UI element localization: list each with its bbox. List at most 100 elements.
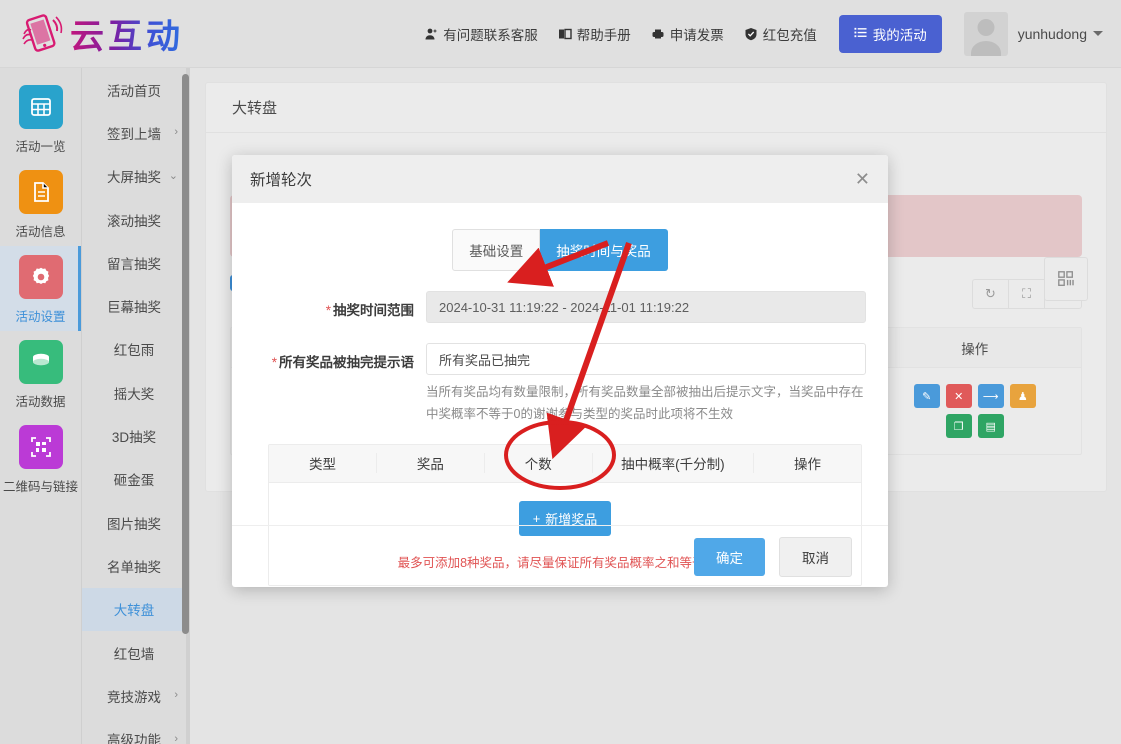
label-time-range: *抽奖时间范围 <box>254 291 426 319</box>
prize-col-prize: 奖品 <box>377 453 485 473</box>
form-row-time-range: *抽奖时间范围 2024-10-31 11:19:22 - 2024-11-01… <box>254 291 866 323</box>
copy-action-button[interactable]: ❐ <box>946 414 972 438</box>
top-header: 云互动 有问题联系客服 帮助手册 申请发票 <box>0 0 1121 68</box>
required-marker: * <box>272 355 277 370</box>
table-cell-actions: ✎ ✕ ⟶ ♟ ❐ ▤ <box>869 368 1082 454</box>
nav-label: 帮助手册 <box>577 24 631 44</box>
tab-time-and-prizes[interactable]: 抽奖时间与奖品 <box>540 229 668 271</box>
prize-col-actions: 操作 <box>754 453 861 473</box>
field-sold-out-text: 所有奖品已抽完 当所有奖品均有数量限制，所有奖品数量全部被抽出后提示文字，当奖品… <box>426 343 866 426</box>
submenu-label: 大转盘 <box>114 599 155 619</box>
submenu-label: 3D抽奖 <box>112 426 156 446</box>
nav-item-manual[interactable]: 帮助手册 <box>558 24 631 44</box>
qrcode-icon <box>19 425 63 469</box>
submenu-label: 滚动抽奖 <box>107 210 161 230</box>
nav-label: 红包充值 <box>763 24 817 44</box>
close-icon[interactable]: ✕ <box>855 170 870 188</box>
chevron-down-icon: ⌄ <box>169 171 178 182</box>
chevron-right-icon: › <box>174 690 178 701</box>
sold-out-help-text: 当所有奖品均有数量限制，所有奖品数量全部被抽出后提示文字，当奖品中存在中奖概率不… <box>426 382 866 426</box>
rail-label: 活动一览 <box>15 136 65 155</box>
submenu-item-namelist[interactable]: 名单抽奖 <box>82 544 186 587</box>
submenu-label: 活动首页 <box>107 80 161 100</box>
submenu-item-home[interactable]: 活动首页 <box>82 68 186 111</box>
refresh-icon[interactable]: ↻ <box>973 280 1009 308</box>
submenu-item-shake[interactable]: 摇大奖 <box>82 371 186 414</box>
layout-icon[interactable] <box>1044 257 1088 301</box>
label-sold-out-text: *所有奖品被抽完提示语 <box>254 343 426 371</box>
launch-action-button[interactable]: ⟶ <box>978 384 1004 408</box>
nav-item-support[interactable]: 有问题联系客服 <box>424 24 538 44</box>
delete-action-button[interactable]: ✕ <box>946 384 972 408</box>
submenu-item-3d[interactable]: 3D抽奖 <box>82 414 186 457</box>
rail-label: 二维码与链接 <box>3 476 78 495</box>
fullscreen-icon[interactable]: ⛶ <box>1009 280 1045 308</box>
row-action-group: ✎ ✕ ⟶ ♟ ❐ ▤ <box>913 384 1037 438</box>
user-action-button[interactable]: ♟ <box>1010 384 1036 408</box>
nav-label: 有问题联系客服 <box>443 24 538 44</box>
page-title: 大转盘 <box>206 83 1106 133</box>
chevron-down-icon <box>1093 31 1103 36</box>
list-icon <box>854 26 867 42</box>
rail-label: 活动数据 <box>15 391 65 410</box>
rail-item-info[interactable]: 活动信息 <box>0 161 81 246</box>
dialog-tabs: 基础设置 抽奖时间与奖品 <box>254 229 866 271</box>
phone-logo-icon <box>18 12 64 56</box>
shield-icon <box>744 27 758 41</box>
add-round-dialog: 新增轮次 ✕ 基础设置 抽奖时间与奖品 *抽奖时间范围 2024-10-31 1… <box>232 155 888 587</box>
submenu: 活动首页 签到上墙› 大屏抽奖⌄ 滚动抽奖 留言抽奖 巨幕抽奖 红包雨 摇大奖 … <box>82 68 186 744</box>
rail-item-data[interactable]: 活动数据 <box>0 331 81 416</box>
submenu-label: 竞技游戏 <box>107 686 161 706</box>
plus-icon: + <box>533 511 541 526</box>
dialog-footer: 确定 取消 <box>232 525 888 587</box>
submenu-label: 大屏抽奖 <box>107 166 161 186</box>
tab-basic-settings[interactable]: 基础设置 <box>452 229 540 271</box>
table-col-actions: 操作 <box>869 338 1082 358</box>
submenu-item-redwall[interactable]: 红包墙 <box>82 631 186 674</box>
my-activity-button[interactable]: 我的活动 <box>839 15 942 53</box>
brand-logo[interactable]: 云互动 <box>18 9 184 58</box>
cancel-button[interactable]: 取消 <box>779 537 852 577</box>
rail-item-qrcode[interactable]: 二维码与链接 <box>0 416 81 501</box>
nav-label: 申请发票 <box>670 24 724 44</box>
icon-rail: 活动一览 活动信息 活动设置 活动数据 二维码与链接 <box>0 68 82 744</box>
confirm-button[interactable]: 确定 <box>694 538 765 576</box>
prize-col-type: 类型 <box>269 453 377 473</box>
document-icon <box>19 170 63 214</box>
required-marker: * <box>326 303 331 318</box>
rail-item-overview[interactable]: 活动一览 <box>0 76 81 161</box>
my-activity-label: 我的活动 <box>873 24 927 44</box>
dialog-title: 新增轮次 <box>250 168 312 190</box>
nav-item-recharge[interactable]: 红包充值 <box>744 24 817 44</box>
submenu-item-giant[interactable]: 巨幕抽奖 <box>82 284 186 327</box>
submenu-label: 高级功能 <box>107 729 161 744</box>
submenu-item-wheel[interactable]: 大转盘 <box>82 588 186 631</box>
submenu-item-goldegg[interactable]: 砸金蛋 <box>82 458 186 501</box>
submenu-item-games[interactable]: 竞技游戏 › <box>82 674 186 717</box>
label-text: 所有奖品被抽完提示语 <box>279 355 414 370</box>
rail-label: 活动信息 <box>15 221 65 240</box>
submenu-item-picture[interactable]: 图片抽奖 <box>82 501 186 544</box>
avatar <box>964 12 1008 56</box>
submenu-item-scroll[interactable]: 滚动抽奖 <box>82 198 186 241</box>
chevron-right-icon: › <box>174 127 178 138</box>
list-action-button[interactable]: ▤ <box>978 414 1004 438</box>
submenu-item-signin[interactable]: 签到上墙 › <box>82 111 186 154</box>
label-text: 抽奖时间范围 <box>333 303 414 318</box>
submenu-label: 签到上墙 <box>107 123 161 143</box>
sold-out-text-input[interactable]: 所有奖品已抽完 <box>426 343 866 375</box>
submenu-item-bigscreen[interactable]: 大屏抽奖 ⌄ <box>82 155 186 198</box>
invoice-icon <box>651 27 665 41</box>
submenu-item-message[interactable]: 留言抽奖 <box>82 241 186 284</box>
rail-item-settings[interactable]: 活动设置 <box>0 246 81 331</box>
nav-item-invoice[interactable]: 申请发票 <box>651 24 724 44</box>
time-range-input[interactable]: 2024-10-31 11:19:22 - 2024-11-01 11:19:2… <box>426 291 866 323</box>
submenu-item-advanced[interactable]: 高级功能› <box>82 717 186 744</box>
grid-icon <box>19 85 63 129</box>
submenu-item-redrain[interactable]: 红包雨 <box>82 328 186 371</box>
edit-action-button[interactable]: ✎ <box>914 384 940 408</box>
user-menu[interactable]: yunhudong <box>964 12 1103 56</box>
brand-text: 云互动 <box>70 9 184 58</box>
prize-col-probability: 抽中概率(千分制) <box>593 453 754 473</box>
submenu-scrollbar[interactable] <box>182 74 189 634</box>
